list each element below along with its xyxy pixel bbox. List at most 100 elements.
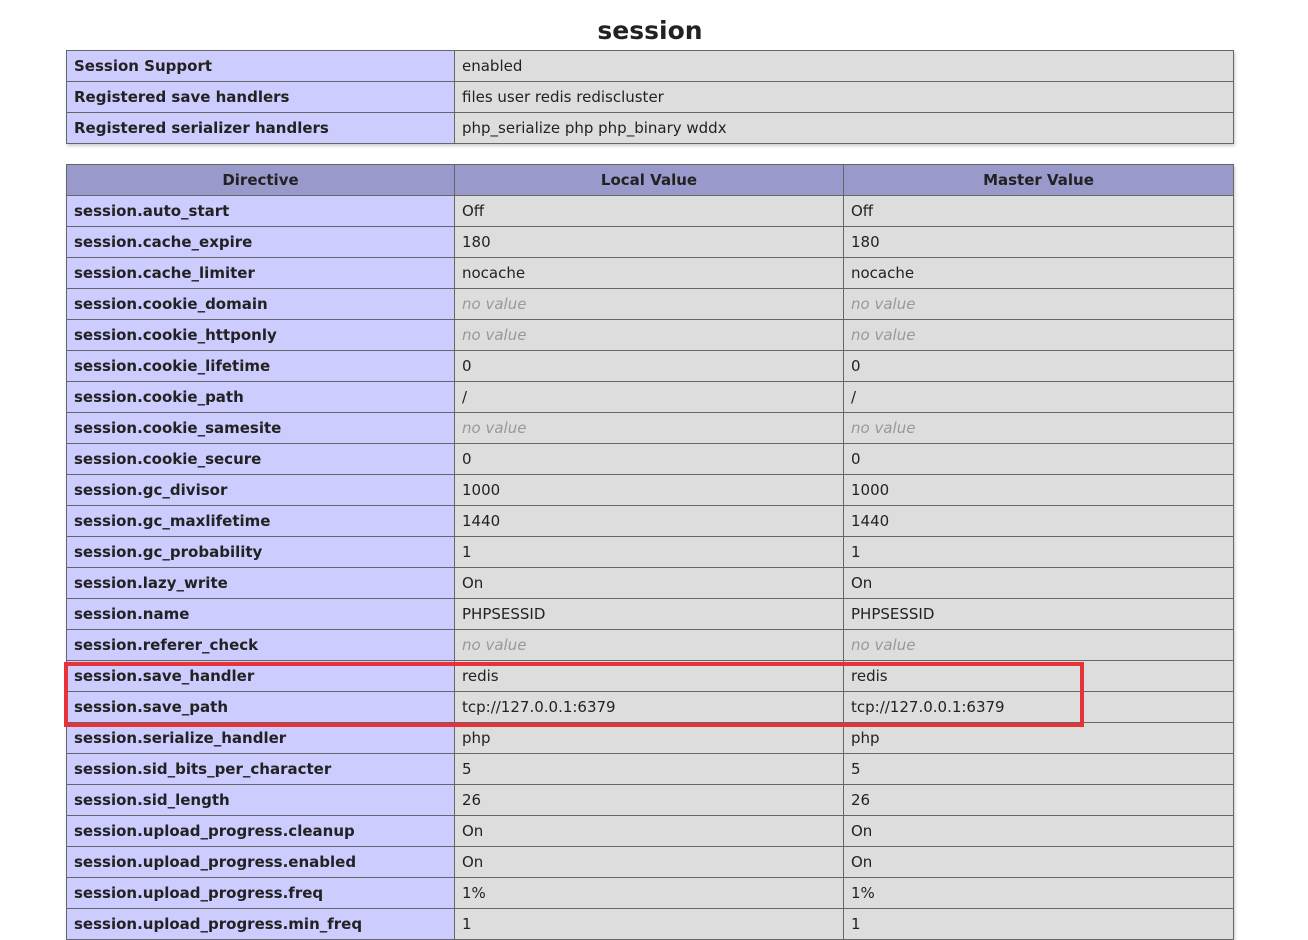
directive-name: session.upload_progress.freq [66,877,455,909]
master-value: no value [843,412,1234,444]
master-value: no value [843,288,1234,320]
directive-name: session.lazy_write [66,567,455,599]
master-value: 0 [843,350,1234,382]
table-row: session.save_handler redis redis [66,660,1234,692]
table-row: session.upload_progress.freq 1% 1% [66,877,1234,909]
master-value: no value [843,319,1234,351]
master-value: tcp://127.0.0.1:6379 [843,691,1234,723]
directive-name: session.cache_expire [66,226,455,258]
local-value: 0 [454,443,844,475]
master-value: 1440 [843,505,1234,537]
column-header-local-value: Local Value [454,164,844,196]
local-value: PHPSESSID [454,598,844,630]
support-value: files user redis rediscluster [454,81,1234,113]
directive-name: session.cookie_httponly [66,319,455,351]
local-value: no value [454,629,844,661]
local-value: 1000 [454,474,844,506]
directive-rows: session.auto_start Off Off session.cache_ex… [66,195,1234,940]
table-row: session.gc_probability 1 1 [66,536,1234,568]
table-row: session.save_path tcp://127.0.0.1:6379 tcp… [66,691,1234,723]
local-value: On [454,567,844,599]
table-row: Registered save handlers files user redi… [66,81,1234,113]
master-value: Off [843,195,1234,227]
master-value: 1 [843,536,1234,568]
master-value: / [843,381,1234,413]
table-row: session.name PHPSESSID PHPSESSID [66,598,1234,630]
local-value: 180 [454,226,844,258]
directive-name: session.auto_start [66,195,455,227]
directive-name: session.referer_check [66,629,455,661]
master-value: redis [843,660,1234,692]
table-row: session.auto_start Off Off [66,195,1234,227]
local-value: php [454,722,844,754]
table-row: session.cache_expire 180 180 [66,226,1234,258]
table-row: session.serialize_handler php php [66,722,1234,754]
directive-name: session.cookie_samesite [66,412,455,444]
table-row: session.cookie_secure 0 0 [66,443,1234,475]
session-support-table: Session Support enabled Registered save … [66,50,1234,144]
local-value: tcp://127.0.0.1:6379 [454,691,844,723]
local-value: 1% [454,877,844,909]
master-value: php [843,722,1234,754]
local-value: redis [454,660,844,692]
master-value: nocache [843,257,1234,289]
table-row: session.cookie_domain no value no value [66,288,1234,320]
master-value: 5 [843,753,1234,785]
support-value: php_serialize php php_binary wddx [454,112,1234,144]
local-value: 26 [454,784,844,816]
page-title: session [597,15,703,45]
master-value: 1000 [843,474,1234,506]
local-value: 1440 [454,505,844,537]
local-value: 1 [454,536,844,568]
directive-name: session.name [66,598,455,630]
table-row: session.lazy_write On On [66,567,1234,599]
table-row: Session Support enabled [66,50,1234,82]
local-value: no value [454,319,844,351]
directive-name: session.gc_maxlifetime [66,505,455,537]
local-value: no value [454,288,844,320]
master-value: On [843,567,1234,599]
local-value: nocache [454,257,844,289]
directive-name: session.gc_probability [66,536,455,568]
local-value: / [454,381,844,413]
support-value: enabled [454,50,1234,82]
master-value: 26 [843,784,1234,816]
local-value: On [454,846,844,878]
table-row: session.gc_maxlifetime 1440 1440 [66,505,1234,537]
master-value: 1% [843,877,1234,909]
table-header-row: Directive Local Value Master Value [66,164,1234,196]
master-value: 180 [843,226,1234,258]
support-key: Session Support [66,50,455,82]
master-value: On [843,815,1234,847]
support-key: Registered save handlers [66,81,455,113]
column-header-directive: Directive [66,164,455,196]
table-row: session.upload_progress.cleanup On On [66,815,1234,847]
directive-name: session.cookie_secure [66,443,455,475]
master-value: 0 [843,443,1234,475]
directive-name: session.cookie_path [66,381,455,413]
session-directives-table: Directive Local Value Master Value sessi… [66,164,1234,940]
directive-name: session.save_handler [66,660,455,692]
table-row: session.gc_divisor 1000 1000 [66,474,1234,506]
local-value: 5 [454,753,844,785]
directive-name: session.serialize_handler [66,722,455,754]
directive-name: session.upload_progress.cleanup [66,815,455,847]
directive-name: session.gc_divisor [66,474,455,506]
table-row: session.upload_progress.enabled On On [66,846,1234,878]
local-value: no value [454,412,844,444]
directive-name: session.cookie_lifetime [66,350,455,382]
column-header-master-value: Master Value [843,164,1234,196]
table-row: session.referer_check no value no value [66,629,1234,661]
local-value: 0 [454,350,844,382]
table-row: session.cookie_samesite no value no value [66,412,1234,444]
master-value: On [843,846,1234,878]
directive-name: session.sid_bits_per_character [66,753,455,785]
table-row: session.sid_bits_per_character 5 5 [66,753,1234,785]
directive-name: session.save_path [66,691,455,723]
directive-name: session.cookie_domain [66,288,455,320]
table-row: session.cookie_lifetime 0 0 [66,350,1234,382]
local-value: Off [454,195,844,227]
master-value: PHPSESSID [843,598,1234,630]
master-value: no value [843,629,1234,661]
directive-name: session.cache_limiter [66,257,455,289]
